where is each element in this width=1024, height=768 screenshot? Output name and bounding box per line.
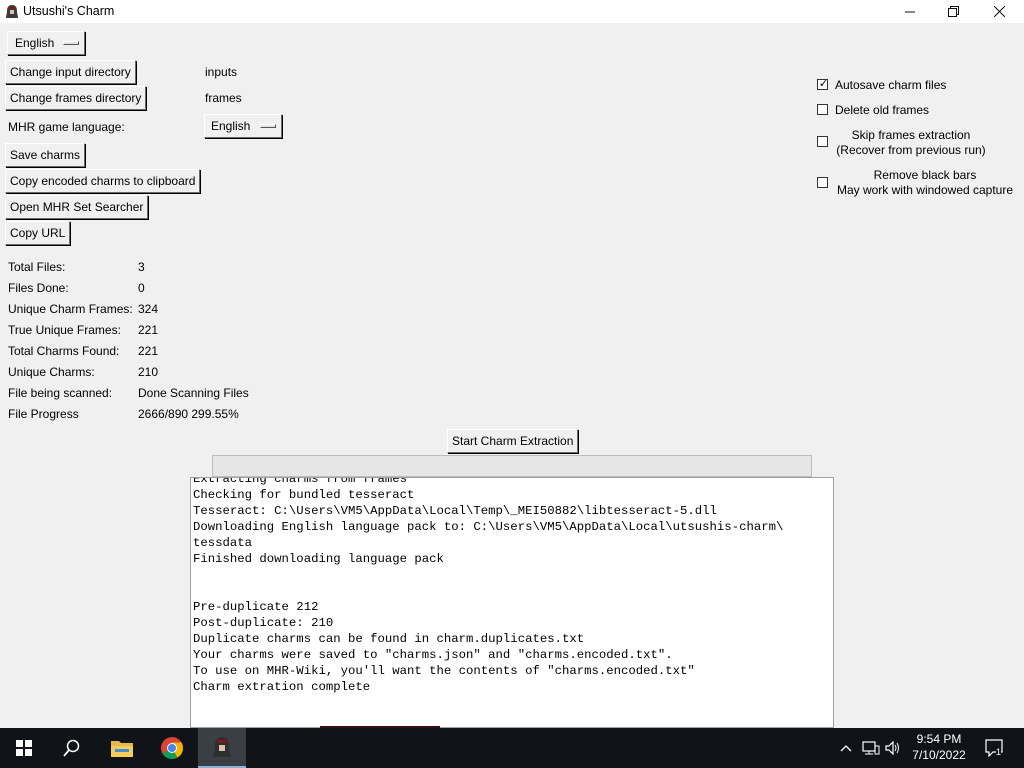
stat-value: 324 <box>138 302 159 316</box>
stat-value: 210 <box>138 365 159 379</box>
windows-start-icon[interactable] <box>0 728 48 768</box>
stat-value: 221 <box>138 344 159 358</box>
chevron-up-icon[interactable] <box>838 728 854 768</box>
notification-count: 1 <box>996 747 1002 757</box>
game-language-value: English <box>211 119 251 133</box>
window-title: Utsushi's Charm <box>23 4 115 18</box>
log-line: Post-duplicate: 210 <box>193 616 334 630</box>
file-explorer-icon[interactable] <box>98 728 146 768</box>
volume-icon[interactable] <box>884 728 904 768</box>
change-frames-directory-button[interactable]: Change frames directory <box>5 86 147 110</box>
stat-label: Total Charms Found: <box>8 344 120 358</box>
start-charm-extraction-button[interactable]: Start Charm Extraction <box>447 429 579 453</box>
skip-frames-extraction-label: Skip frames extraction <box>851 128 971 142</box>
stat-label: File being scanned: <box>8 386 113 400</box>
game-language-label: MHR game language: <box>8 120 125 134</box>
log-line: tessdata <box>193 536 253 550</box>
change-input-directory-button[interactable]: Change input directory <box>5 60 136 84</box>
stat-value: Done Scanning Files <box>138 386 249 400</box>
utsushis-charm-app-icon[interactable] <box>198 728 246 768</box>
input-directory-value: inputs <box>205 65 238 79</box>
stat-label: Unique Charm Frames: <box>8 302 133 316</box>
stat-value: 221 <box>138 323 159 337</box>
stat-label: True Unique Frames: <box>8 323 121 337</box>
title-bar <box>0 0 1024 23</box>
remove-black-bars-sublabel: May work with windowed capture <box>836 183 1014 197</box>
stat-label: Total Files: <box>8 260 66 274</box>
autosave-checkbox[interactable]: ✓ <box>817 78 829 90</box>
stat-value: 0 <box>138 281 145 295</box>
network-icon[interactable] <box>861 728 881 768</box>
skip-frames-extraction-checkbox[interactable] <box>817 136 828 147</box>
open-mhr-set-searcher-button[interactable]: Open MHR Set Searcher <box>5 195 149 219</box>
log-line: Tesseract: C:\Users\VM5\AppData\Local\Te… <box>193 504 717 518</box>
stat-label: File Progress <box>8 407 79 421</box>
notification-center-icon[interactable]: 1 <box>980 728 1010 768</box>
stat-value: 2666/890 299.55% <box>138 407 239 421</box>
log-line: Checking for bundled tesseract <box>193 488 415 502</box>
log-line: To use on MHR-Wiki, you'll want the cont… <box>193 664 695 678</box>
remove-black-bars-checkbox[interactable] <box>817 177 828 188</box>
frames-directory-value: frames <box>205 91 242 105</box>
log-lines: Extracting charms from frames Checking fo… <box>193 477 784 695</box>
dropdown-indicator-icon <box>260 124 276 128</box>
taskbar-clock[interactable]: 9:54 PM 7/10/2022 <box>903 731 975 763</box>
clock-time: 9:54 PM <box>916 732 962 746</box>
copy-encoded-charms-button[interactable]: Copy encoded charms to clipboard <box>5 169 201 193</box>
log-line: Finished downloading language pack <box>193 552 444 566</box>
dropdown-indicator-icon <box>63 41 79 45</box>
log-line: Extracting charms from frames <box>193 477 408 486</box>
app-icon <box>5 4 19 19</box>
log-line: Your charms were saved to "charms.json" … <box>193 648 673 662</box>
stat-label: Unique Charms: <box>8 365 95 379</box>
stat-value: 3 <box>138 260 145 274</box>
search-icon[interactable] <box>48 728 96 768</box>
skip-frames-extraction-sublabel: (Recover from previous run) <box>836 143 986 157</box>
minimize-button[interactable] <box>887 0 933 23</box>
clock-date: 7/10/2022 <box>912 748 966 762</box>
ui-language-value: English <box>15 36 55 50</box>
copy-url-button[interactable]: Copy URL <box>5 221 71 245</box>
maximize-button[interactable] <box>930 0 976 23</box>
autosave-label: Autosave charm files <box>835 78 947 92</box>
log-line: Charm extration complete <box>193 680 371 694</box>
checkmark-icon: ✓ <box>818 78 829 90</box>
game-language-select[interactable]: English <box>204 114 282 138</box>
log-line: Downloading English language pack to: C:… <box>193 520 784 534</box>
stat-label: Files Done: <box>8 281 69 295</box>
ui-language-select[interactable]: English <box>7 31 85 55</box>
log-output[interactable]: Extracting charms from frames Checking fo… <box>190 477 834 728</box>
delete-old-frames-label: Delete old frames <box>835 103 930 117</box>
chrome-icon[interactable] <box>148 728 196 768</box>
log-line: Duplicate charms can be found in charm.d… <box>193 632 585 646</box>
remove-black-bars-label: Remove black bars <box>873 168 977 182</box>
delete-old-frames-checkbox[interactable] <box>817 104 828 115</box>
close-button[interactable] <box>976 0 1022 23</box>
extraction-progress-bar <box>212 455 812 477</box>
log-line: Pre-duplicate 212 <box>193 600 319 614</box>
save-charms-button[interactable]: Save charms <box>5 143 86 167</box>
